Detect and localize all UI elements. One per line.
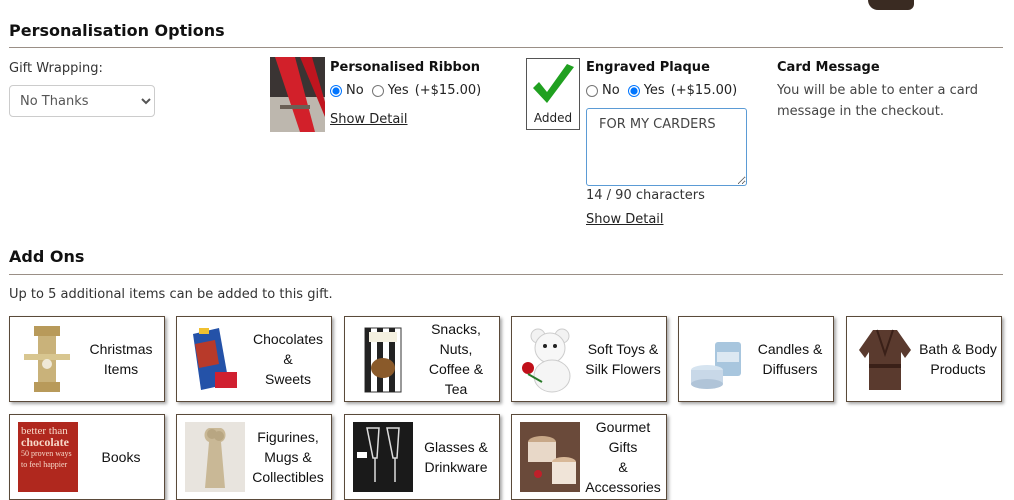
addon-label: Figurines, Mugs & Collectibles — [245, 427, 331, 487]
addon-label-line: Bath & Body — [919, 341, 997, 357]
book-cover-line: chocolate — [21, 435, 69, 449]
addon-label: Gourmet Gifts & Accessories — [580, 417, 666, 497]
plaque-yes-radio[interactable] — [627, 84, 640, 97]
addon-label-line: Gourmet Gifts — [595, 419, 651, 455]
addon-tile-glasses[interactable]: Glasses & Drinkware — [344, 414, 500, 500]
plaque-char-count: 14 / 90 characters — [586, 188, 705, 203]
ribbon-image — [270, 57, 325, 132]
addons-heading: Add Ons — [9, 247, 85, 266]
ribbon-price: (+$15.00) — [414, 83, 482, 98]
check-icon — [533, 64, 574, 103]
addon-tile-snacks[interactable]: Snacks, Nuts, Coffee & Tea — [344, 316, 500, 402]
addons-divider — [9, 274, 1003, 275]
plaque-no-label: No — [602, 83, 620, 98]
chocolate-box-image — [193, 328, 237, 390]
addon-label: Christmas Items — [78, 339, 164, 379]
bathrobe-image — [859, 329, 911, 390]
addon-tile-soft-toys[interactable]: Soft Toys & Silk Flowers — [511, 316, 667, 402]
ribbon-yes-radio[interactable] — [371, 84, 384, 97]
ribbon-no-label: No — [346, 83, 364, 98]
addon-label-line: Candles & — [757, 341, 823, 357]
ribbon-no-radio[interactable] — [330, 84, 342, 97]
book-cover-image: better than chocolate 50 proven ways to … — [18, 422, 78, 492]
ribbon-title: Personalised Ribbon — [330, 60, 481, 75]
plaque-radio-group: No Yes (+$15.00) — [586, 83, 737, 98]
personalisation-heading: Personalisation Options — [9, 21, 225, 40]
addon-label-line: Chocolates & — [252, 331, 324, 367]
addon-label: Bath & Body Products — [915, 339, 1001, 379]
addon-label-line: Mugs & — [264, 449, 312, 465]
card-message-line2: message in the checkout. — [777, 104, 945, 119]
addon-tile-chocolates[interactable]: Chocolates & Sweets — [176, 316, 332, 402]
addon-label-line: Products — [930, 361, 986, 377]
ribbon-thumbnail[interactable] — [270, 57, 325, 132]
addon-label-line: Figurines, — [257, 429, 319, 445]
addon-tile-books[interactable]: better than chocolate 50 proven ways to … — [9, 414, 165, 500]
personalisation-divider — [9, 47, 1003, 48]
addon-tile-candles[interactable]: Candles & Diffusers — [678, 316, 834, 402]
addon-tile-christmas[interactable]: Christmas Items — [9, 316, 165, 402]
plaque-no-radio[interactable] — [586, 84, 598, 97]
added-label: Added — [533, 111, 573, 125]
addon-label-line: & Accessories — [585, 459, 661, 495]
addons-note: Up to 5 additional items can be added to… — [9, 287, 333, 302]
addon-label-line: Coffee & Tea — [428, 361, 484, 397]
addon-label-line: Soft Toys & — [587, 341, 659, 357]
figurine-image — [185, 422, 245, 492]
addon-label-line: Drinkware — [424, 459, 488, 475]
ribbon-radio-group: No Yes (+$15.00) — [330, 83, 481, 98]
addon-label: Chocolates & Sweets — [245, 329, 331, 389]
book-cover-line: to feel happier — [21, 460, 68, 469]
product-image-fragment — [868, 0, 914, 10]
addon-label: Glasses & Drinkware — [413, 437, 499, 477]
addon-label: Snacks, Nuts, Coffee & Tea — [413, 319, 499, 399]
addon-label-line: Collectibles — [252, 469, 324, 485]
plaque-title: Engraved Plaque — [586, 60, 710, 75]
glasses-image — [353, 422, 413, 492]
gift-wrapping-label: Gift Wrapping: — [9, 61, 103, 76]
snack-bag-image — [364, 327, 402, 393]
addon-label: Soft Toys & Silk Flowers — [580, 339, 666, 379]
plaque-yes-label: Yes — [643, 83, 665, 98]
addon-label-line: Christmas — [89, 341, 153, 357]
book-cover-line: 50 proven ways — [21, 449, 72, 458]
addon-label-line: Snacks, Nuts, — [431, 321, 481, 357]
addon-label-line: Silk Flowers — [585, 361, 661, 377]
teddy-bear-image — [522, 328, 571, 393]
addon-tile-bath-body[interactable]: Bath & Body Products — [846, 316, 1002, 402]
addon-label-line: Diffusers — [762, 361, 818, 377]
card-message-title: Card Message — [777, 60, 880, 75]
plaque-text-input[interactable]: FOR MY CARDERS — [586, 108, 747, 186]
christmas-cracker-image — [24, 326, 70, 392]
addon-label-line: Items — [103, 361, 139, 377]
ribbon-show-detail-link[interactable]: Show Detail — [330, 112, 408, 127]
addon-label-line: Sweets — [265, 371, 311, 387]
gift-wrapping-select[interactable]: No Thanks — [9, 85, 155, 117]
candle-image — [691, 342, 741, 389]
plaque-show-detail-link[interactable]: Show Detail — [586, 212, 664, 227]
addon-label-line: Books — [101, 449, 141, 465]
gourmet-image — [520, 422, 580, 492]
plaque-price: (+$15.00) — [670, 83, 738, 98]
addon-label: Candles & Diffusers — [747, 339, 833, 379]
addon-tile-figurines[interactable]: Figurines, Mugs & Collectibles — [176, 414, 332, 500]
addon-label-line: Glasses & — [424, 439, 488, 455]
addon-label: Books — [78, 447, 164, 467]
plaque-added-badge: Added — [526, 58, 580, 130]
addon-tile-gourmet[interactable]: Gourmet Gifts & Accessories — [511, 414, 667, 500]
card-message-line1: You will be able to enter a card — [777, 83, 979, 98]
ribbon-yes-label: Yes — [387, 83, 409, 98]
